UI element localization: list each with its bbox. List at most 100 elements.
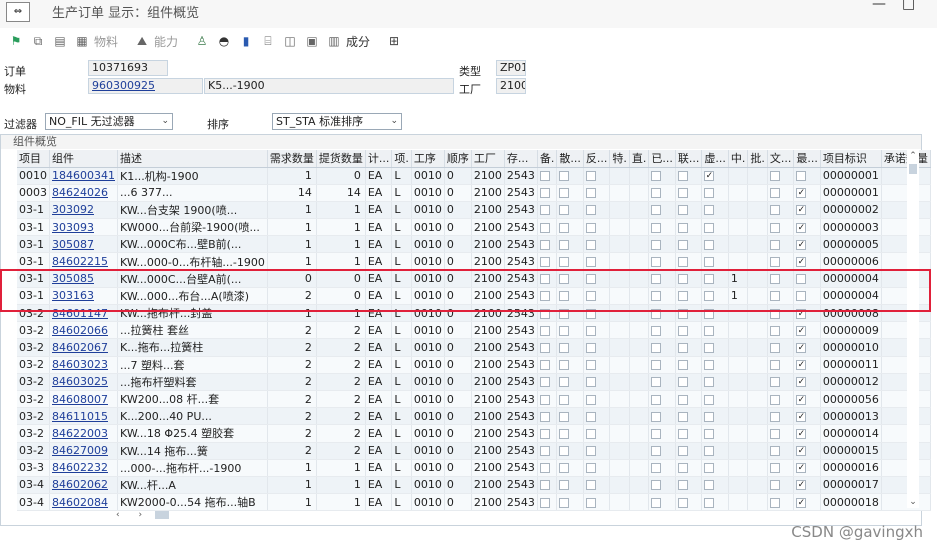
table-row[interactable]: 03-2 84601147 KW...拖布杆...封盖 1 1 EA L 0010 0 2100 2… [17,304,931,323]
checkbox[interactable]: ✓ [796,325,807,336]
checkbox[interactable]: ✓ [796,480,807,491]
checkbox[interactable]: ✓ [796,360,807,371]
checkbox[interactable] [585,325,596,336]
column-header[interactable]: 工序 [411,150,445,168]
checkbox[interactable] [677,497,688,508]
column-header[interactable]: 承诺数量 [881,150,931,168]
scroll-right-icon[interactable]: › [138,510,142,520]
checkbox[interactable]: ✓ [796,205,807,216]
checkbox[interactable]: ✓ [796,239,807,250]
hierarchy-icon[interactable]: ⌸ [260,33,276,49]
table-row[interactable]: 03-1 303163 KW...000...布台...A(喷漆) 2 0 EA L 0010… [17,287,931,306]
table-row[interactable]: 03-4 84602084 KW2000-0...54 拖布...轴B 1 1 EA L 00… [17,493,931,512]
checkbox[interactable] [539,205,550,216]
column-header[interactable]: 工厂 [471,150,505,168]
checkbox[interactable] [677,171,688,182]
structure-icon[interactable]: ⊞ [386,33,402,49]
checkbox[interactable] [769,291,780,302]
checkbox[interactable] [585,463,596,474]
cell-comp[interactable]: 305085 [49,270,118,288]
checkbox[interactable] [585,205,596,216]
checkbox[interactable] [651,428,662,439]
checkbox[interactable] [651,411,662,422]
checkbox[interactable] [704,497,715,508]
checkbox[interactable]: ✓ [704,171,715,182]
checkbox[interactable] [539,463,550,474]
checkbox[interactable] [769,446,780,457]
checkbox[interactable] [559,394,570,405]
plant-field[interactable]: 2100 [496,78,526,94]
cell-comp[interactable]: 84611015 [49,407,118,426]
checkbox[interactable] [559,497,570,508]
checkbox[interactable] [704,222,715,233]
table-row[interactable]: 03-2 84603023 ...7 塑料...套 2 2 EA L 0010 0 2100 254… [17,356,931,374]
checkbox[interactable] [769,394,780,405]
scroll-left-icon[interactable]: ‹ [116,510,120,520]
order-field[interactable]: 10371693 [88,60,168,76]
vertical-scrollbar[interactable]: ⌃ ⌄ [907,150,919,508]
component-link[interactable]: 84602232 [52,461,108,474]
checkbox[interactable] [651,274,662,285]
checkbox[interactable]: ✓ [796,188,807,199]
checkbox[interactable] [769,257,780,268]
cell-comp[interactable]: 84601147 [49,304,118,323]
checkbox[interactable]: ✓ [796,308,807,319]
checkbox[interactable] [677,188,688,199]
table-row[interactable]: 03-2 84602066 ...拉簧柱 套丝 2 2 EA L 0010 0 2100 2543 ✓… [17,321,931,340]
checkbox[interactable]: ✓ [796,257,807,268]
table-row[interactable]: 03-1 303093 KW000...台前梁-1900(喷... 1 1 EA L 0010… [17,218,931,237]
checkbox[interactable] [769,188,780,199]
checkbox[interactable] [585,480,596,491]
bottle-icon[interactable]: ▮ [238,33,254,49]
checkbox[interactable] [769,205,780,216]
column-header[interactable]: 反... [583,150,611,168]
checkbox[interactable]: ✓ [796,497,807,508]
checkbox[interactable] [539,446,550,457]
checkbox[interactable] [539,325,550,336]
checkbox[interactable] [585,411,596,422]
checkbox[interactable] [769,274,780,285]
checkbox[interactable] [559,274,570,285]
component-link[interactable]: 84602062 [52,478,108,491]
table-row[interactable]: 03-1 303092 KW...台支架 1900(喷... 1 1 EA L 0010 0 21… [17,201,931,220]
sort-select[interactable]: ST_STA 标准排序 ⌄ [272,113,402,130]
component-link[interactable]: 84603023 [52,358,108,371]
column-header[interactable]: 文... [767,150,795,168]
column-header[interactable]: 描述 [117,150,268,168]
checkbox[interactable] [704,377,715,388]
table-row[interactable]: 0010 184600341 K1...机构-1900 1 0 EA L 0010 0 2100 2… [17,167,931,185]
checkbox[interactable] [651,446,662,457]
filter-select[interactable]: NO_FIL 无过滤器 ⌄ [45,113,173,130]
table-row[interactable]: 03-2 84603025 ...拖布杆塑料套 2 2 EA L 0010 0 2100 2543 ✓… [17,373,931,391]
checkbox[interactable] [796,291,807,302]
checkbox[interactable] [559,360,570,371]
cell-comp[interactable]: 84602232 [49,459,118,477]
checkbox[interactable] [677,222,688,233]
checkbox[interactable] [769,411,780,422]
cell-comp[interactable]: 84603025 [49,373,118,391]
checkbox[interactable] [677,446,688,457]
checkbox[interactable] [585,394,596,405]
component-link[interactable]: 84602066 [52,324,108,337]
checkbox[interactable] [704,188,715,199]
checkbox[interactable]: ✓ [796,222,807,233]
document-icon[interactable]: ▤ [52,33,68,49]
checkbox[interactable] [769,342,780,353]
checkbox[interactable] [559,446,570,457]
component-link[interactable]: 84608007 [52,393,108,406]
checkbox[interactable] [651,222,662,233]
column-header[interactable]: 批. [747,150,768,168]
hat-icon[interactable]: ◓ [216,33,232,49]
checkbox[interactable] [585,274,596,285]
checkbox[interactable] [677,377,688,388]
checkbox[interactable] [559,188,570,199]
column-header[interactable]: 项目 [17,150,50,168]
checkbox[interactable] [769,480,780,491]
checkbox[interactable] [769,308,780,319]
scroll-up-icon[interactable]: ⌃ [907,150,919,162]
checkbox[interactable] [704,411,715,422]
cell-comp[interactable]: 84602067 [49,338,118,357]
checkbox[interactable] [585,428,596,439]
checkbox[interactable] [651,394,662,405]
column-header[interactable]: 项. [391,150,412,168]
